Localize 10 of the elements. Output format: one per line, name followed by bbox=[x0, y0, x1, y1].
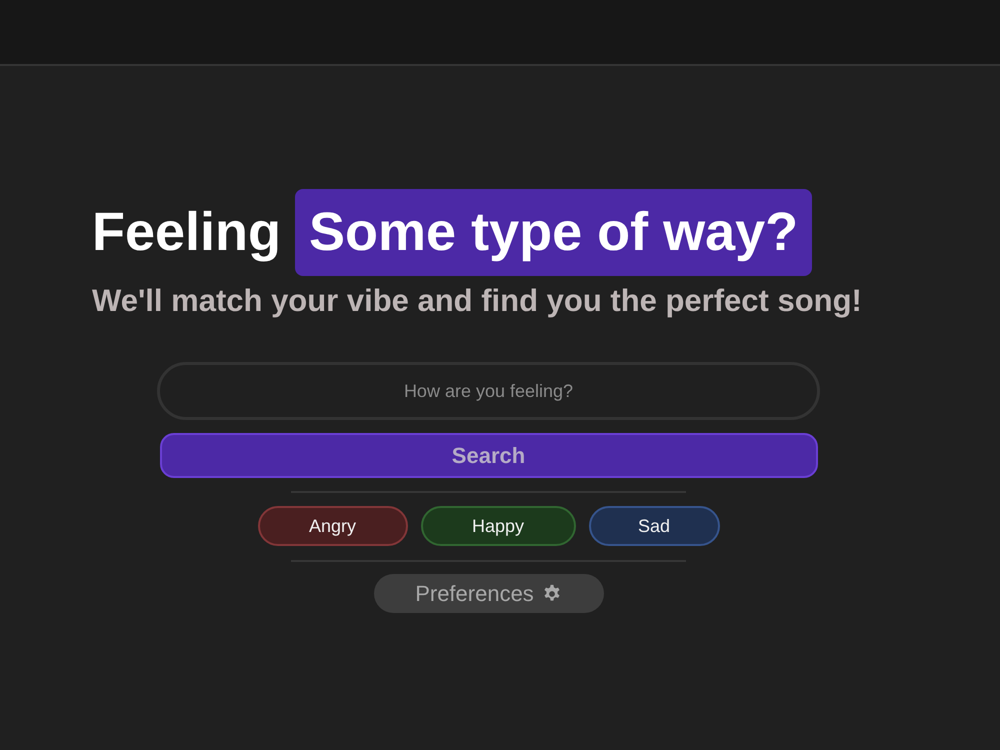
search-field[interactable]: How are you feeling? bbox=[157, 362, 820, 420]
headline-highlight: Some type of way? bbox=[295, 189, 812, 276]
subtitle: We'll match your vibe and find you the perfect song! bbox=[92, 282, 863, 320]
mood-button[interactable]: Angry bbox=[258, 506, 408, 546]
preferences-button[interactable]: Preferences bbox=[374, 574, 604, 613]
settings-icon bbox=[542, 584, 562, 604]
mood-button[interactable]: Sad bbox=[588, 506, 720, 546]
mood-button[interactable]: Happy bbox=[420, 506, 576, 546]
headline: Feeling bbox=[92, 201, 282, 264]
search-button[interactable]: Search bbox=[160, 433, 818, 478]
